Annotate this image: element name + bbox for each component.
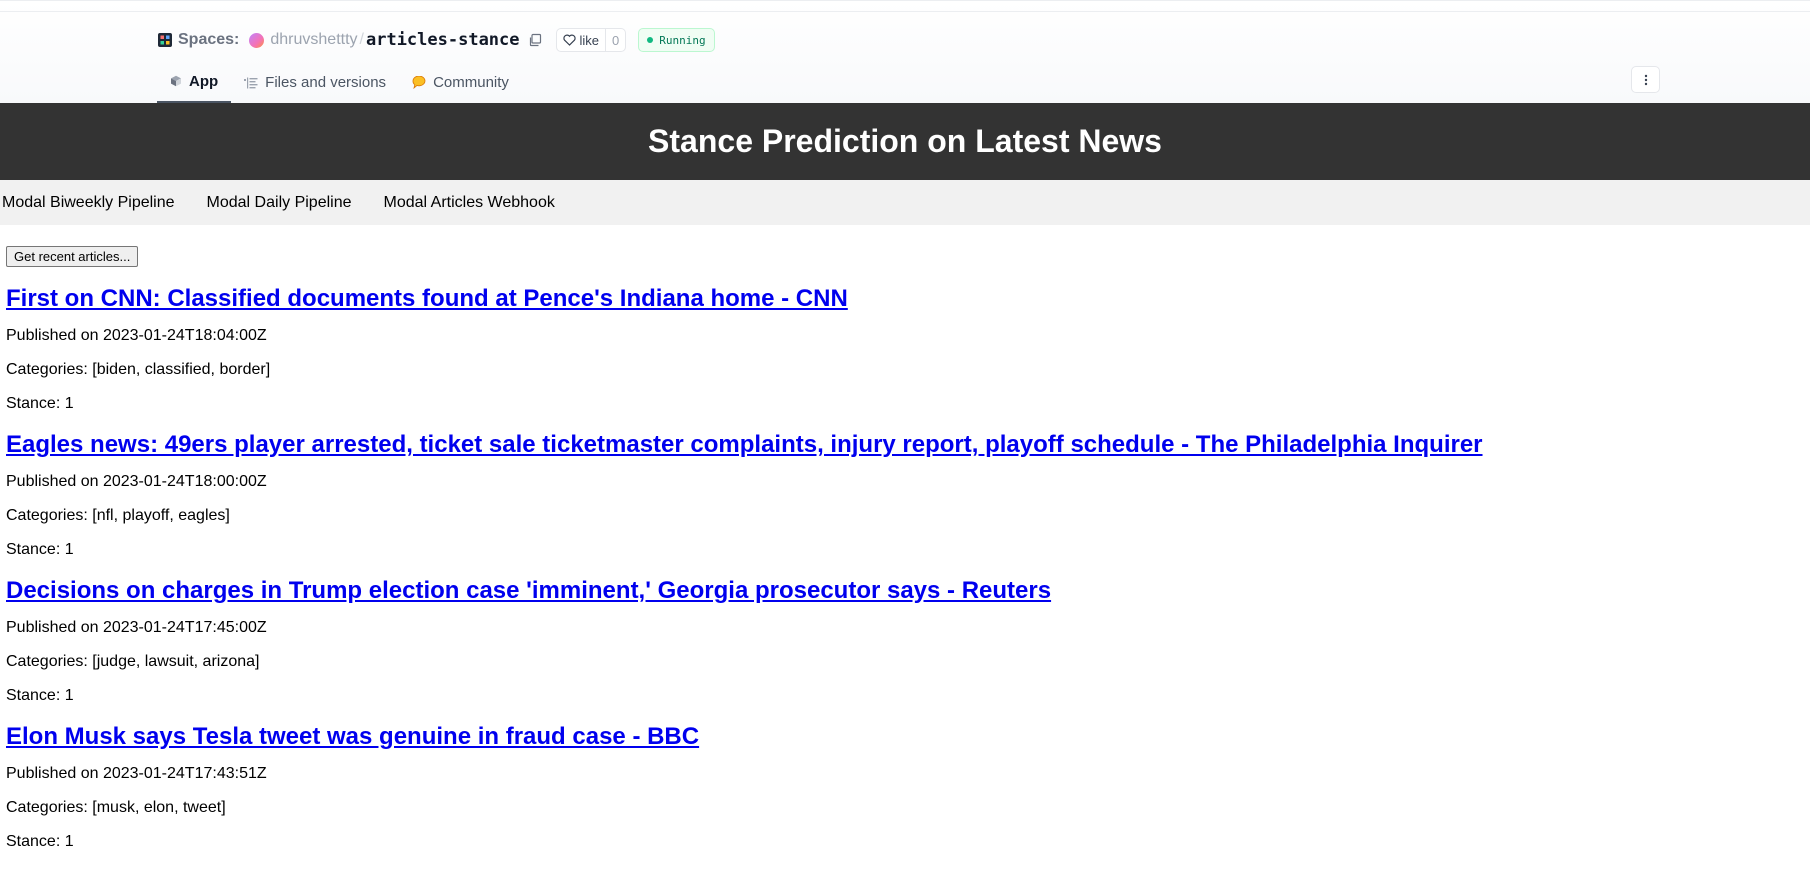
article-published: Published on 2023-01-24T18:04:00Z: [6, 327, 267, 344]
owner-avatar[interactable]: [249, 32, 265, 48]
article-stance: Stance: 1: [6, 687, 74, 704]
article-item: Elon Musk says Tesla tweet was genuine i…: [6, 723, 1796, 851]
path-separator: /: [359, 31, 364, 48]
article-stance: Stance: 1: [6, 541, 74, 558]
article-categories: Categories: [biden, classified, border]: [6, 361, 271, 378]
header-divider: [0, 11, 1810, 12]
like-button[interactable]: like 0: [555, 28, 627, 52]
article-categories: Categories: [nfl, playoff, eagles]: [6, 507, 230, 524]
app-nav-bar: Modal Biweekly Pipeline Modal Daily Pipe…: [0, 180, 1810, 225]
article-item: Decisions on charges in Trump election c…: [6, 577, 1796, 705]
article-item: Eagles news: 49ers player arrested, tick…: [6, 431, 1796, 559]
cube-icon: [170, 75, 182, 87]
articles-content: Get recent articles... First on CNN: Cla…: [6, 246, 1796, 851]
article-categories: Categories: [musk, elon, tweet]: [6, 799, 226, 816]
heart-icon: [562, 34, 576, 46]
tab-app[interactable]: App: [157, 61, 232, 104]
status-text: Running: [659, 33, 706, 47]
article-title-link[interactable]: First on CNN: Classified documents found…: [6, 285, 1796, 313]
nav-link-articles-webhook[interactable]: Modal Articles Webhook: [384, 194, 555, 212]
more-options-button[interactable]: [1631, 66, 1660, 93]
app-title: Stance Prediction on Latest News: [648, 123, 1162, 159]
status-badge: Running: [638, 28, 715, 52]
owner-link[interactable]: dhruvshettty: [270, 31, 357, 49]
article-title-link[interactable]: Eagles news: 49ers player arrested, tick…: [6, 431, 1796, 459]
spaces-logo-icon[interactable]: [158, 33, 172, 47]
article-published: Published on 2023-01-24T18:00:00Z: [6, 473, 267, 490]
space-title-row: Spaces: dhruvshettty / articles-stance l…: [158, 28, 715, 52]
repo-name[interactable]: articles-stance: [366, 30, 520, 50]
like-label: like: [579, 32, 600, 48]
status-dot-icon: [647, 37, 654, 43]
copy-icon[interactable]: [528, 33, 542, 47]
article-title-link[interactable]: Decisions on charges in Trump election c…: [6, 577, 1796, 605]
tab-community[interactable]: Community: [399, 61, 522, 104]
article-published: Published on 2023-01-24T17:43:51Z: [6, 765, 267, 782]
tab-app-label: App: [189, 72, 219, 90]
nav-link-biweekly-pipeline[interactable]: Modal Biweekly Pipeline: [2, 194, 175, 212]
get-recent-articles-button[interactable]: Get recent articles...: [6, 246, 139, 267]
tab-files-label: Files and versions: [265, 74, 387, 91]
tab-files-and-versions[interactable]: Files and versions: [231, 61, 399, 104]
app-title-bar: Stance Prediction on Latest News: [0, 103, 1810, 180]
spaces-header: Spaces: dhruvshettty / articles-stance l…: [0, 0, 1810, 104]
community-icon: [412, 76, 426, 89]
files-icon: [244, 77, 258, 89]
article-stance: Stance: 1: [6, 833, 74, 850]
space-tabs: App Files and versions Community: [157, 61, 522, 104]
article-stance: Stance: 1: [6, 395, 74, 412]
spaces-link[interactable]: Spaces:: [178, 31, 239, 49]
article-published: Published on 2023-01-24T17:45:00Z: [6, 619, 267, 636]
article-item: First on CNN: Classified documents found…: [6, 285, 1796, 413]
nav-link-daily-pipeline[interactable]: Modal Daily Pipeline: [207, 194, 352, 212]
tab-community-label: Community: [433, 74, 509, 91]
kebab-menu-icon: [1644, 74, 1647, 85]
article-title-link[interactable]: Elon Musk says Tesla tweet was genuine i…: [6, 723, 1796, 751]
article-categories: Categories: [judge, lawsuit, arizona]: [6, 653, 260, 670]
like-count: 0: [605, 29, 625, 51]
